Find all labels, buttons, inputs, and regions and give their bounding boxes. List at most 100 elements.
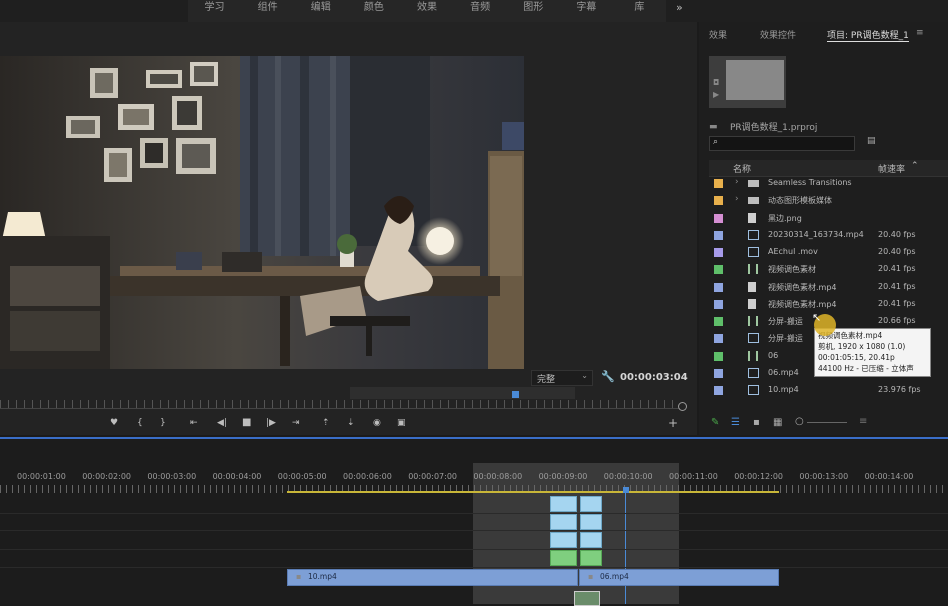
timeline-clip-small[interactable] — [580, 496, 602, 512]
workspace-tab-learn[interactable]: 学习 — [188, 0, 241, 22]
label-color-swatch[interactable] — [714, 386, 723, 395]
column-fps-header[interactable]: 帧速率 — [878, 162, 905, 175]
project-item-row[interactable]: 视频调色素材.mp4 20.41 fps — [699, 279, 948, 296]
disclosure-arrow-icon[interactable]: › — [735, 194, 739, 204]
timeline-playhead-handle[interactable] — [623, 487, 629, 493]
workspace-tab-color[interactable]: 颜色 — [347, 0, 400, 22]
icon-view-icon[interactable]: ▪ — [753, 417, 760, 428]
video-icon — [748, 367, 759, 378]
compare-icon[interactable]: ▣ — [397, 418, 406, 428]
step-forward-icon[interactable]: |▶ — [266, 418, 276, 428]
timeline-tick-label: 00:00:09:00 — [538, 472, 588, 481]
label-color-swatch[interactable] — [714, 368, 723, 378]
project-item-fps: 20.41 fps — [878, 264, 916, 274]
project-item-name: 分屏-搬运 — [768, 317, 803, 326]
project-item-name: Seamless Transitions — [768, 178, 852, 187]
label-color-swatch[interactable] — [714, 265, 723, 275]
project-search-input[interactable]: ⌕ — [709, 136, 855, 151]
project-item-row[interactable]: AEchul .mov 20.40 fps — [699, 244, 948, 261]
go-to-out-icon[interactable]: ⇥ — [292, 418, 300, 428]
label-color-swatch[interactable] — [714, 179, 723, 188]
timeline-clip-small[interactable] — [580, 532, 602, 548]
timeline-clip-small[interactable] — [580, 550, 602, 566]
zoom-slider-track[interactable] — [807, 422, 847, 423]
tab-effects[interactable]: 效果 — [709, 28, 727, 41]
video-icon — [748, 247, 759, 257]
label-color-swatch[interactable] — [714, 299, 723, 309]
monitor-zoom-bar[interactable] — [350, 387, 575, 399]
camera-icon[interactable]: ◉ — [373, 418, 381, 428]
workspace-tab-graphics[interactable]: 图形 — [507, 0, 560, 22]
timeline-tick-label: 00:00:14:00 — [864, 472, 914, 481]
column-name-header[interactable]: 名称 — [733, 162, 751, 175]
project-item-row[interactable]: 黑边.png — [699, 210, 948, 227]
label-color-swatch[interactable] — [714, 317, 723, 326]
workspace-overflow-icon[interactable]: » — [676, 1, 683, 14]
sequence-icon — [748, 264, 758, 275]
workspace-tab-assembly[interactable]: 组件 — [241, 0, 294, 22]
add-marker-icon[interactable]: ♥ — [110, 418, 118, 428]
project-item-name: 06 — [768, 350, 779, 360]
timeline-focus-border — [0, 437, 948, 439]
timeline-tick-label: 00:00:04:00 — [212, 472, 262, 481]
timeline-tick-label: 00:00:11:00 — [669, 472, 718, 481]
monitor-playhead[interactable] — [512, 391, 519, 398]
panel-menu-icon[interactable]: ≡ — [916, 28, 924, 38]
project-item-name: 视频调色素材.mp4 — [768, 282, 837, 292]
workspace-tab-audio[interactable]: 音频 — [454, 0, 507, 22]
project-item-row[interactable]: 视频调色素材 20.41 fps — [699, 261, 948, 278]
tab-project[interactable]: 项目: PR调色数程_1 — [827, 28, 909, 42]
disclosure-arrow-icon[interactable]: › — [735, 177, 739, 187]
stop-icon[interactable]: ■ — [242, 417, 251, 428]
timeline-clip-small[interactable] — [550, 532, 577, 548]
mark-in-icon[interactable]: { — [137, 418, 143, 428]
track-divider — [0, 530, 948, 531]
ruler-end-handle[interactable] — [678, 402, 687, 411]
workspace-tab-effects[interactable]: 效果 — [400, 0, 453, 22]
workspace-tab-editing[interactable]: 编辑 — [294, 0, 347, 22]
workspace-tab-libraries[interactable]: 库 — [613, 0, 666, 22]
tooltip-line-audio: 44100 Hz - 已压缩 - 立体声 — [818, 364, 914, 373]
freeform-view-icon[interactable]: ▦ — [773, 417, 782, 428]
new-bin-icon[interactable]: ▤ — [867, 136, 876, 146]
wrench-icon[interactable]: 🔧 — [601, 370, 615, 383]
fit-select[interactable]: 完整 ⌄ — [531, 370, 593, 386]
project-item-row[interactable]: 20230314_163734.mp4 20.40 fps — [699, 227, 948, 244]
label-color-swatch[interactable] — [714, 230, 723, 240]
folder-icon: ▬ — [709, 122, 718, 132]
project-item-row[interactable]: 视频调色素材.mp4 20.41 fps — [699, 296, 948, 313]
project-item-row[interactable]: › Seamless Transitions — [699, 175, 948, 192]
chevron-down-icon: ⌄ — [581, 371, 588, 380]
lift-icon[interactable]: ⇡ — [322, 418, 330, 428]
timeline-clip-small[interactable] — [550, 514, 577, 530]
workspace-tab-captions[interactable]: 字幕 — [560, 0, 613, 22]
list-view-icon[interactable]: ☰ — [731, 417, 740, 428]
timeline-clip-small[interactable] — [580, 514, 602, 530]
project-item-row[interactable]: › 动态图形模板媒体 — [699, 192, 948, 209]
label-color-swatch[interactable] — [714, 351, 723, 361]
sort-up-icon[interactable]: ⌃ — [911, 161, 919, 171]
pencil-icon[interactable]: ✎ — [711, 417, 719, 428]
mark-out-icon[interactable]: } — [160, 418, 166, 428]
tab-effect-controls[interactable]: 效果控件 — [760, 28, 796, 41]
program-timecode[interactable]: 00:00:03:04 — [620, 372, 688, 383]
label-color-swatch[interactable] — [714, 248, 723, 257]
monitor-ruler[interactable] — [0, 400, 680, 409]
sort-icon[interactable]: ≡ — [859, 416, 867, 427]
project-item-row[interactable]: 10.mp4 23.976 fps — [699, 382, 948, 399]
label-color-swatch[interactable] — [714, 334, 723, 344]
timeline-clip-main[interactable]: ▪ 06.mp4 — [579, 569, 779, 586]
tooltip-line-dimensions: 剪机, 1920 x 1080 (1.0) — [818, 342, 906, 351]
label-color-swatch[interactable] — [714, 282, 723, 292]
label-color-swatch[interactable] — [714, 213, 723, 223]
step-back-icon[interactable]: ◀| — [217, 418, 227, 428]
zoom-slider-handle[interactable]: ○ — [795, 416, 804, 427]
label-color-swatch[interactable] — [714, 196, 723, 206]
timeline-clip-small[interactable] — [550, 496, 577, 512]
timeline-clip-small[interactable] — [550, 550, 577, 566]
go-to-in-icon[interactable]: ⇤ — [190, 418, 198, 428]
timeline-tick-label: 00:00:12:00 — [734, 472, 783, 481]
timeline-clip-main[interactable]: ▪ 10.mp4 — [287, 569, 578, 586]
add-button-icon[interactable]: + — [668, 416, 678, 430]
extract-icon[interactable]: ⇣ — [347, 418, 355, 428]
